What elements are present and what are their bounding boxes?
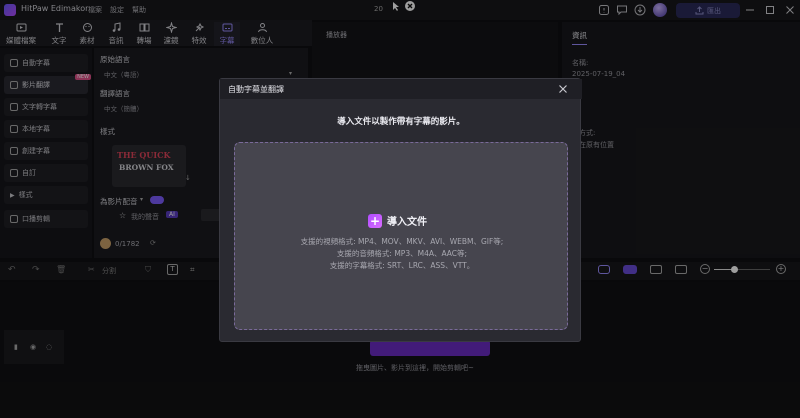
import-file-button[interactable]: + 導入文件 — [368, 213, 427, 228]
dialog-title: 自動字幕並翻譯 — [228, 85, 284, 94]
subtitle-formats: 支援的字幕格式: SRT、LRC、ASS、VTT。 — [329, 261, 475, 270]
plus-icon: + — [368, 213, 382, 228]
audio-formats: 支援的音頻格式: MP3、M4A、AAC等; — [336, 249, 468, 258]
auto-subtitle-translate-dialog: 自動字幕並翻譯 導入文件以製作帶有字幕的影片。 + 導入文件 支援的視頻格式: … — [219, 78, 582, 342]
close-icon[interactable] — [557, 83, 569, 95]
import-file-label: 導入文件 — [387, 217, 427, 228]
video-formats: 支援的視頻格式: MP4、MOV、MKV、AVI、WEBM、GIF等; — [300, 237, 504, 246]
file-drop-zone[interactable]: + 導入文件 支援的視頻格式: MP4、MOV、MKV、AVI、WEBM、GIF… — [234, 142, 568, 330]
dialog-subtitle: 導入文件以製作帶有字幕的影片。 — [337, 117, 465, 127]
